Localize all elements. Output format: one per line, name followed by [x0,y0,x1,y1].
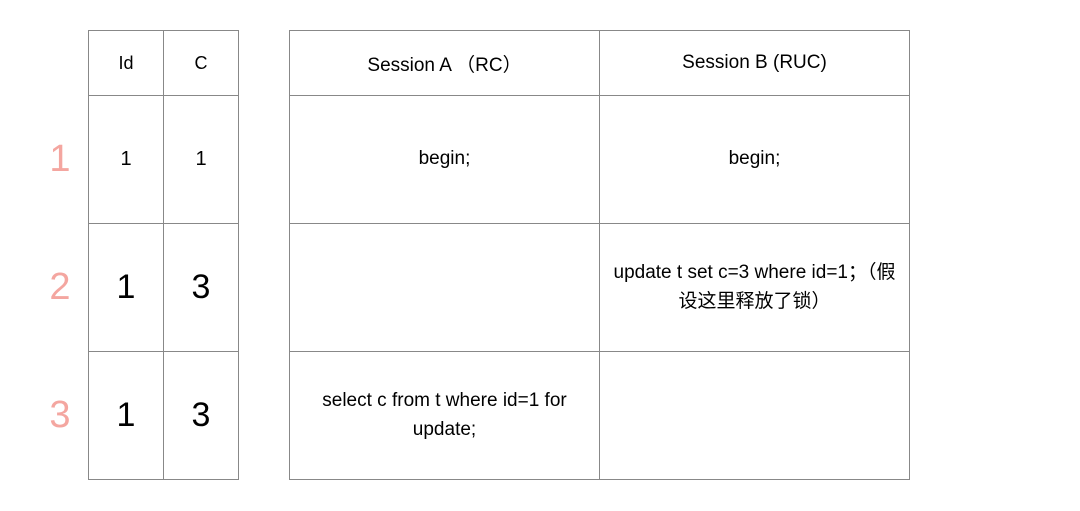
data-cell: 1 [164,96,239,224]
table-row: 1 3 [89,224,239,352]
data-cell: 1 [89,352,164,480]
row-num-1: 1 [40,95,80,223]
session-header-b: Session B (RUC) [600,31,910,96]
left-block: 0 1 2 3 Id C 1 1 1 3 1 3 [40,30,239,480]
session-table: Session A （RC） Session B (RUC) begin; be… [289,30,910,480]
table-row: 1 1 [89,96,239,224]
session-cell: begin; [290,96,600,224]
data-table: Id C 1 1 1 3 1 3 [88,30,239,480]
session-cell: select c from t where id=1 for update; [290,352,600,480]
table-row: begin; begin; [290,96,910,224]
table-row: update t set c=3 where id=1；（假设这里释放了锁） [290,224,910,352]
session-cell: begin; [600,96,910,224]
data-header-c: C [164,31,239,96]
session-header-a: Session A （RC） [290,31,600,96]
data-cell: 3 [164,224,239,352]
session-cell [290,224,600,352]
data-cell: 1 [89,96,164,224]
table-row: Session A （RC） Session B (RUC) [290,31,910,96]
row-num-3: 3 [40,351,80,479]
data-cell: 1 [89,224,164,352]
table-row: select c from t where id=1 for update; [290,352,910,480]
row-number-column: 0 1 2 3 [40,30,80,480]
table-row: 1 3 [89,352,239,480]
session-cell: update t set c=3 where id=1；（假设这里释放了锁） [600,224,910,352]
table-row: Id C [89,31,239,96]
data-cell: 3 [164,352,239,480]
data-header-id: Id [89,31,164,96]
session-cell [600,352,910,480]
row-num-2: 2 [40,223,80,351]
